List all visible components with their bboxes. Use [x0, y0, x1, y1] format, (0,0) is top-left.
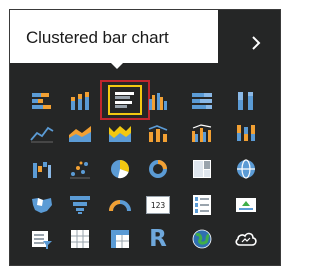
r-script-visual-icon: R	[149, 225, 167, 252]
visual-gauge[interactable]	[100, 190, 140, 220]
filled-map-icon	[32, 198, 52, 213]
tooltip-pointer	[109, 61, 125, 69]
ribbon-chart-icon	[237, 125, 255, 141]
tooltip-label: Clustered bar chart	[26, 28, 169, 47]
stacked-area-chart-icon	[109, 126, 131, 142]
line-and-stacked-column-chart-icon	[148, 125, 168, 142]
visual-slicer[interactable]	[22, 224, 62, 254]
map-icon	[237, 159, 255, 179]
line-and-clustered-column-chart-icon	[192, 124, 212, 142]
tooltip: Clustered bar chart	[10, 10, 218, 63]
visual-arcgis-map[interactable]	[182, 224, 222, 254]
visual-matrix[interactable]	[100, 224, 140, 254]
visual-100-percent-stacked-column-chart[interactable]	[226, 86, 266, 116]
kpi-icon	[236, 198, 256, 212]
visual-table[interactable]	[60, 224, 100, 254]
visual-line-and-clustered-column-chart[interactable]	[182, 118, 222, 148]
card-icon: 123	[146, 196, 170, 214]
visual-waterfall-chart[interactable]	[22, 154, 62, 184]
gauge-icon	[109, 200, 131, 212]
expand-pane-button[interactable]	[242, 28, 270, 58]
matrix-icon	[111, 230, 129, 248]
100-percent-stacked-bar-chart-icon	[192, 93, 212, 109]
scatter-chart-icon	[70, 161, 90, 179]
visual-stacked-bar-chart[interactable]	[22, 86, 62, 116]
cloud-visual-icon	[235, 232, 257, 246]
visual-card[interactable]: 123	[138, 190, 178, 220]
visual-cloud-visual[interactable]	[226, 224, 266, 254]
table-icon	[71, 230, 89, 248]
visual-map[interactable]	[226, 154, 266, 184]
clustered-bar-chart-icon	[115, 92, 134, 108]
visual-donut-chart[interactable]	[138, 154, 178, 184]
visual-stacked-column-chart[interactable]	[60, 86, 100, 116]
visual-funnel[interactable]	[60, 190, 100, 220]
stacked-bar-chart-icon	[32, 93, 51, 109]
visual-r-script-visual[interactable]: R	[138, 224, 178, 254]
multi-row-card-icon	[193, 195, 211, 215]
waterfall-chart-icon	[33, 162, 51, 178]
chevron-right-icon	[252, 36, 261, 50]
visual-line-and-stacked-column-chart[interactable]	[138, 118, 178, 148]
visual-ribbon-chart[interactable]	[226, 118, 266, 148]
visual-clustered-column-chart[interactable]	[138, 86, 178, 116]
visual-line-chart[interactable]	[22, 118, 62, 148]
visual-filled-map[interactable]	[22, 190, 62, 220]
line-chart-icon	[30, 126, 54, 143]
stacked-column-chart-icon	[71, 92, 89, 110]
100-percent-stacked-column-chart-icon	[238, 92, 253, 110]
visual-scatter-chart[interactable]	[60, 154, 100, 184]
visual-pie-chart[interactable]	[100, 154, 140, 184]
visual-stacked-area-chart[interactable]	[100, 118, 140, 148]
area-chart-icon	[69, 126, 91, 142]
visual-treemap[interactable]	[182, 154, 222, 184]
visual-kpi[interactable]	[226, 190, 266, 220]
card-label: 123	[150, 200, 166, 210]
visual-area-chart[interactable]	[60, 118, 100, 148]
donut-chart-icon	[149, 160, 167, 178]
clustered-column-chart-icon	[149, 93, 167, 110]
visual-multi-row-card[interactable]	[182, 190, 222, 220]
arcgis-map-icon	[192, 229, 212, 249]
slicer-icon	[32, 231, 52, 249]
treemap-icon	[193, 160, 211, 178]
visual-100-percent-stacked-bar-chart[interactable]	[182, 86, 222, 116]
funnel-icon	[70, 196, 90, 214]
pie-chart-icon	[111, 159, 130, 179]
